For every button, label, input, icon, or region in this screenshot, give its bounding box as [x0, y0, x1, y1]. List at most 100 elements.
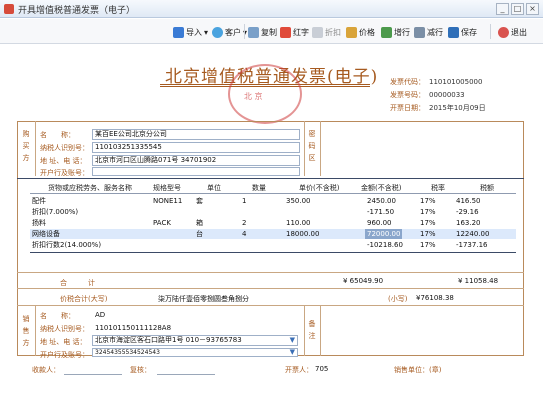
table-row[interactable]: 折扣行数2(14.000%) -10218.60 17% -1737.16	[30, 240, 516, 250]
total-words-label: 价税合计(大写)	[60, 295, 108, 303]
add-row-button[interactable]: 增行	[381, 25, 410, 39]
seller-tax-id: 110101150111128A8	[95, 324, 172, 332]
toolbar-separator	[244, 24, 245, 39]
power-icon	[498, 26, 509, 38]
import-button[interactable]: 导入 ▾	[173, 25, 208, 39]
col-header-amount: 金额(不含税)	[361, 184, 402, 192]
divider	[17, 288, 524, 289]
divider	[17, 178, 524, 179]
remarks-label: 备注	[308, 320, 316, 340]
cell-qty: 1	[242, 197, 247, 205]
cell-qty: 4	[242, 230, 247, 238]
customer-icon	[212, 26, 223, 38]
cell-amount: 960.00	[367, 219, 392, 227]
cell-unit: 台	[196, 230, 203, 238]
exit-button[interactable]: 退出	[498, 25, 527, 39]
cell-amount-focused[interactable]: 72000.00	[365, 229, 403, 239]
save-button[interactable]: 保存	[448, 25, 477, 39]
discount-icon	[312, 26, 323, 38]
divider	[35, 121, 36, 176]
red-invoice-button[interactable]: 红字	[280, 25, 309, 39]
cell-price: 18000.00	[286, 230, 320, 238]
divider	[17, 272, 524, 273]
title-bar: 开具增值税普通发票（电子） _ □ ×	[0, 0, 543, 18]
total-label: 合 计	[60, 279, 95, 287]
price-button[interactable]: 价格	[346, 25, 375, 39]
chevron-down-icon: ▾	[204, 27, 209, 37]
save-icon	[448, 26, 459, 38]
cell-name: 网络设备	[32, 230, 60, 238]
divider	[320, 305, 321, 356]
table-row-selected[interactable]: 网络设备 台 4 18000.00 72000.00 17% 12240.00	[30, 229, 516, 239]
cell-amount: -171.50	[367, 208, 395, 216]
cell-rate: 17%	[420, 230, 436, 238]
cell-name: 折扣(7.000%)	[32, 208, 79, 216]
reviewer-field[interactable]	[157, 374, 215, 375]
buyer-tax-id-field[interactable]: 110103251335545	[92, 142, 300, 153]
cell-spec: NONE11	[153, 197, 183, 205]
payee-field[interactable]	[64, 374, 122, 375]
password-area-label: 密码区	[308, 130, 316, 162]
import-icon	[173, 26, 184, 38]
col-header-rate: 税率	[431, 184, 445, 192]
divider	[320, 121, 321, 176]
delete-row-icon	[414, 26, 425, 38]
buyer-tax-label: 纳税人识别号：	[40, 144, 89, 152]
delete-row-button[interactable]: 减行	[414, 25, 443, 39]
cell-unit: 箱	[196, 219, 203, 227]
close-button[interactable]: ×	[526, 3, 539, 15]
seal-text: 北 京	[244, 92, 263, 101]
table-row[interactable]: 折扣(7.000%) -171.50 17% -29.16	[30, 207, 516, 217]
buyer-bank-label: 开户行及账号：	[40, 169, 89, 177]
cell-amount: -10218.60	[367, 241, 403, 249]
cell-qty: 2	[242, 219, 247, 227]
seller-address-dropdown[interactable]: 北京市海淀区客石口路甲1号 010－93765783	[92, 335, 298, 346]
minimize-button[interactable]: _	[496, 3, 509, 15]
app-icon	[4, 4, 14, 14]
copy-button[interactable]: 复制	[248, 25, 277, 39]
tax-seal: 北 京	[228, 64, 302, 124]
seller-name: AD	[95, 311, 106, 319]
maximize-button[interactable]: □	[511, 3, 524, 15]
total-words: 柒万陆仟壹佰零捌圆叁角捌分	[158, 295, 249, 303]
cell-tax: -29.16	[456, 208, 479, 216]
reviewer-label: 复核：	[130, 366, 151, 374]
divider	[304, 121, 305, 176]
invoice-date: 开票日期： 2015年10月09日	[390, 104, 486, 112]
discount-button[interactable]: 折扣	[312, 25, 341, 39]
window-controls: _ □ ×	[496, 3, 539, 15]
cell-tax: 416.50	[456, 197, 481, 205]
col-header-spec: 规格型号	[153, 184, 181, 192]
total-small-label: (小写)	[388, 295, 408, 303]
seller-name-label: 名 称：	[40, 312, 75, 320]
cell-amount: 2450.00	[367, 197, 396, 205]
buyer-address-field[interactable]: 北京市河口区山腾路071号 34701902	[92, 155, 300, 166]
seller-section-label: 销售方	[22, 315, 30, 347]
divider	[17, 305, 524, 306]
table-row[interactable]: 扬料 PACK 箱 2 110.00 960.00 17% 163.20	[30, 218, 516, 228]
cell-tax: 12240.00	[456, 230, 490, 238]
customer-button[interactable]: 客户 ▾	[212, 25, 247, 39]
col-header-unit: 单位	[207, 184, 221, 192]
buyer-bank-field[interactable]	[92, 167, 300, 176]
cell-rate: 17%	[420, 241, 436, 249]
payee-label: 收款人：	[32, 366, 60, 374]
seller-bank-dropdown[interactable]: 32454355534524543	[92, 348, 298, 357]
divider	[30, 252, 516, 253]
col-header-name: 货物或应税劳务、服务名称	[48, 184, 132, 192]
cell-tax: -1737.16	[456, 241, 488, 249]
total-small: ¥76108.38	[416, 294, 454, 302]
copy-icon	[248, 26, 259, 38]
buyer-name-field[interactable]: 某百EE公司北京分公司	[92, 129, 300, 140]
cell-rate: 17%	[420, 208, 436, 216]
buyer-address-label: 地 址、电 话：	[40, 157, 87, 165]
divider	[30, 193, 516, 194]
seller-bank-label: 开户行及账号：	[40, 351, 89, 359]
buyer-section-label: 购买方	[22, 130, 30, 162]
table-row[interactable]: 配件 NONE11 套 1 350.00 2450.00 17% 416.50	[30, 196, 516, 206]
cell-rate: 17%	[420, 219, 436, 227]
window-title: 开具增值税普通发票（电子）	[18, 6, 136, 16]
cell-price: 350.00	[286, 197, 311, 205]
add-row-icon	[381, 26, 392, 38]
invoice-code: 发票代码： 110101005000	[390, 78, 483, 86]
